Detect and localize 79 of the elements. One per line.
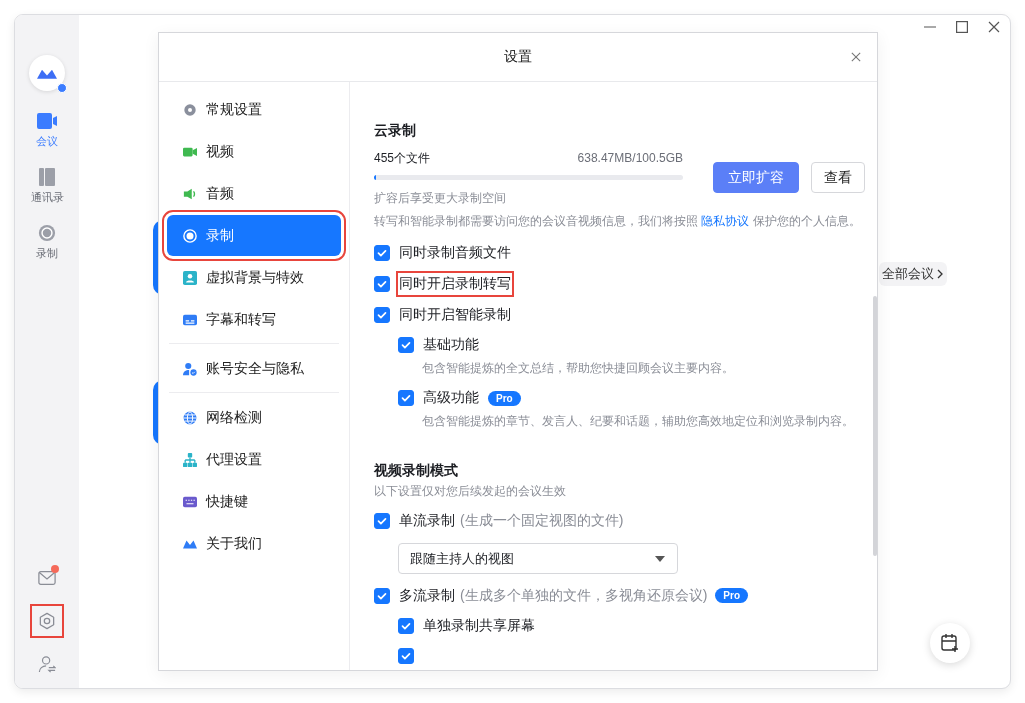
option-label: 单独录制共享屏幕 bbox=[422, 616, 536, 635]
all-meetings-button[interactable]: 全部会议 bbox=[879, 262, 947, 286]
globe-icon bbox=[183, 410, 197, 425]
checkbox[interactable] bbox=[374, 275, 390, 292]
checkbox[interactable] bbox=[398, 618, 414, 634]
checkbox[interactable] bbox=[398, 648, 414, 664]
sidebar-item[interactable]: 账号安全与隐私 bbox=[167, 348, 341, 389]
option-label: 同时开启录制转写 bbox=[398, 272, 512, 295]
option-label: 单流录制 bbox=[398, 510, 456, 530]
sidebar-item[interactable]: 字幕和转写 bbox=[167, 299, 341, 340]
schedule-button[interactable] bbox=[930, 623, 970, 663]
record-icon bbox=[183, 228, 197, 243]
portrait-icon bbox=[183, 270, 197, 285]
option-description: 包含智能提炼的章节、发言人、纪要和话题，辅助您高效地定位和浏览录制内容。 bbox=[421, 413, 855, 430]
hint-text: 扩容后享受更大录制空间 bbox=[374, 190, 507, 207]
caption-icon bbox=[183, 312, 197, 327]
chevron-right-icon bbox=[937, 269, 943, 279]
expand-button[interactable]: 立即扩容 bbox=[713, 162, 799, 193]
file-count: 455个文件 bbox=[374, 150, 431, 167]
section-title: 视频录制模式 bbox=[374, 461, 459, 480]
hierarchy-icon bbox=[183, 452, 197, 467]
option-label: 多流录制 bbox=[398, 585, 456, 605]
settings-button[interactable] bbox=[32, 606, 62, 636]
checkbox[interactable] bbox=[374, 587, 390, 604]
keyboard-icon bbox=[183, 494, 197, 509]
sidebar-item[interactable]: 视频 bbox=[167, 131, 341, 172]
dialog-title: 设置 bbox=[504, 48, 532, 66]
dropdown-caret-icon bbox=[655, 555, 665, 562]
checkbox[interactable] bbox=[374, 512, 390, 529]
mail-icon bbox=[38, 569, 56, 587]
speaker-icon bbox=[183, 186, 197, 201]
view-dropdown[interactable]: 跟随主持人的视图 bbox=[398, 543, 678, 574]
checkbox[interactable] bbox=[374, 244, 390, 261]
pro-badge: Pro bbox=[488, 390, 521, 406]
checkbox[interactable] bbox=[398, 390, 414, 406]
book-icon bbox=[37, 168, 57, 186]
checkmark-icon bbox=[400, 620, 412, 632]
scrollbar[interactable] bbox=[873, 296, 877, 556]
pro-badge: Pro bbox=[715, 588, 748, 603]
option-note: (生成一个固定视图的文件) bbox=[460, 511, 624, 530]
checkbox[interactable] bbox=[398, 337, 414, 353]
logo-icon bbox=[37, 67, 57, 79]
rail-tab[interactable]: 录制 bbox=[36, 220, 58, 276]
settings-icon bbox=[38, 612, 56, 630]
gear-icon bbox=[183, 102, 197, 117]
option-note: (生成多个单独的文件，多视角还原会议) bbox=[460, 586, 708, 605]
calendar-add-icon bbox=[940, 633, 960, 653]
sidebar-item[interactable]: 虚拟背景与特效 bbox=[167, 257, 341, 298]
close-icon[interactable] bbox=[988, 21, 1000, 33]
checkmark-icon bbox=[400, 650, 412, 662]
privacy-link[interactable]: 隐私协议 bbox=[701, 214, 750, 228]
option-label: 高级功能 bbox=[422, 388, 480, 407]
rail-tab[interactable]: 通讯录 bbox=[30, 164, 64, 220]
user-switch-icon bbox=[38, 655, 56, 673]
option-description: 包含智能提炼的全文总结，帮助您快捷回顾会议主要内容。 bbox=[421, 360, 735, 377]
sidebar-item[interactable]: 网络检测 bbox=[167, 397, 341, 438]
notification-dot bbox=[51, 565, 59, 573]
sidebar-item[interactable]: 代理设置 bbox=[167, 439, 341, 480]
rail-tab[interactable]: 会议 bbox=[36, 108, 58, 164]
option-label: 同时开启智能录制 bbox=[398, 304, 512, 324]
option-label: 基础功能 bbox=[422, 335, 480, 354]
checkmark-icon bbox=[400, 339, 412, 351]
close-icon[interactable] bbox=[851, 52, 861, 62]
privacy-note: 转写和智能录制都需要访问您的会议音视频信息，我们将按照 隐私协议 保护您的个人信息。 bbox=[374, 213, 862, 230]
section-subtitle: 以下设置仅对您后续发起的会议生效 bbox=[374, 483, 567, 500]
section-title: 云录制 bbox=[374, 121, 417, 140]
maximize-icon[interactable] bbox=[956, 21, 968, 33]
checkbox[interactable] bbox=[374, 306, 390, 323]
checkmark-icon bbox=[400, 392, 412, 404]
storage-usage: 638.47MB/100.5GB bbox=[577, 150, 683, 167]
record-icon bbox=[37, 224, 57, 242]
sidebar-item[interactable]: 常规设置 bbox=[167, 89, 341, 130]
sidebar-item[interactable]: 快捷键 bbox=[167, 481, 341, 522]
sidebar-item[interactable]: 音频 bbox=[167, 173, 341, 214]
view-button[interactable]: 查看 bbox=[811, 162, 865, 193]
video-camera-icon bbox=[37, 112, 57, 130]
option-label: 同时录制音频文件 bbox=[398, 242, 512, 262]
sidebar-item[interactable]: 关于我们 bbox=[167, 523, 341, 564]
user-shield-icon bbox=[183, 361, 197, 376]
